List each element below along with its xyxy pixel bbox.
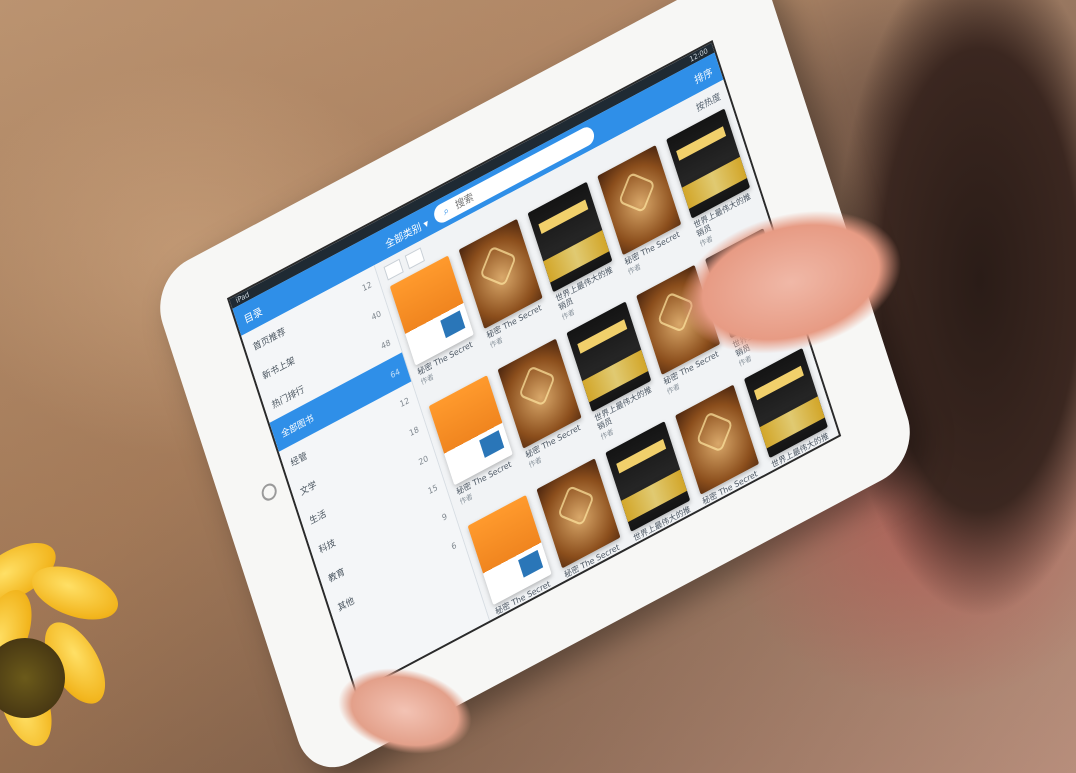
sidebar-item-label: 科技: [317, 537, 337, 556]
sidebar-item-count: 12: [360, 279, 373, 293]
sunflower: [0, 530, 130, 773]
sidebar-item-label: 教育: [327, 566, 347, 585]
grid-view-button[interactable]: [383, 258, 404, 281]
sidebar-item-label: 生活: [308, 508, 328, 527]
sidebar-item-count: 48: [379, 337, 392, 351]
sidebar-item-count: 15: [426, 482, 439, 496]
sidebar-item-label: 经管: [289, 450, 309, 469]
home-button[interactable]: [259, 480, 279, 504]
list-view-button[interactable]: [404, 247, 425, 270]
sidebar-item-count: 40: [370, 308, 383, 322]
sidebar-item-count: 18: [407, 424, 420, 438]
sidebar-item-count: 64: [389, 366, 401, 380]
chevron-down-icon: ▾: [422, 217, 431, 231]
sort-toggle[interactable]: 排序: [692, 63, 714, 86]
photo-background: iPad 12:00 目录 全部类别 ▾ ⌕ 排序 首: [0, 0, 1076, 773]
sidebar-item-count: 12: [398, 395, 411, 409]
search-icon: ⌕: [441, 204, 451, 218]
sidebar-item-count: 20: [417, 453, 430, 467]
sidebar-item-label: 其他: [336, 595, 356, 614]
sidebar-item-label: 文学: [298, 479, 319, 498]
sidebar-item-count: 6: [450, 540, 458, 552]
sidebar-item-count: 9: [440, 511, 449, 523]
tablet-device: iPad 12:00 目录 全部类别 ▾ ⌕ 排序 首: [148, 0, 922, 773]
